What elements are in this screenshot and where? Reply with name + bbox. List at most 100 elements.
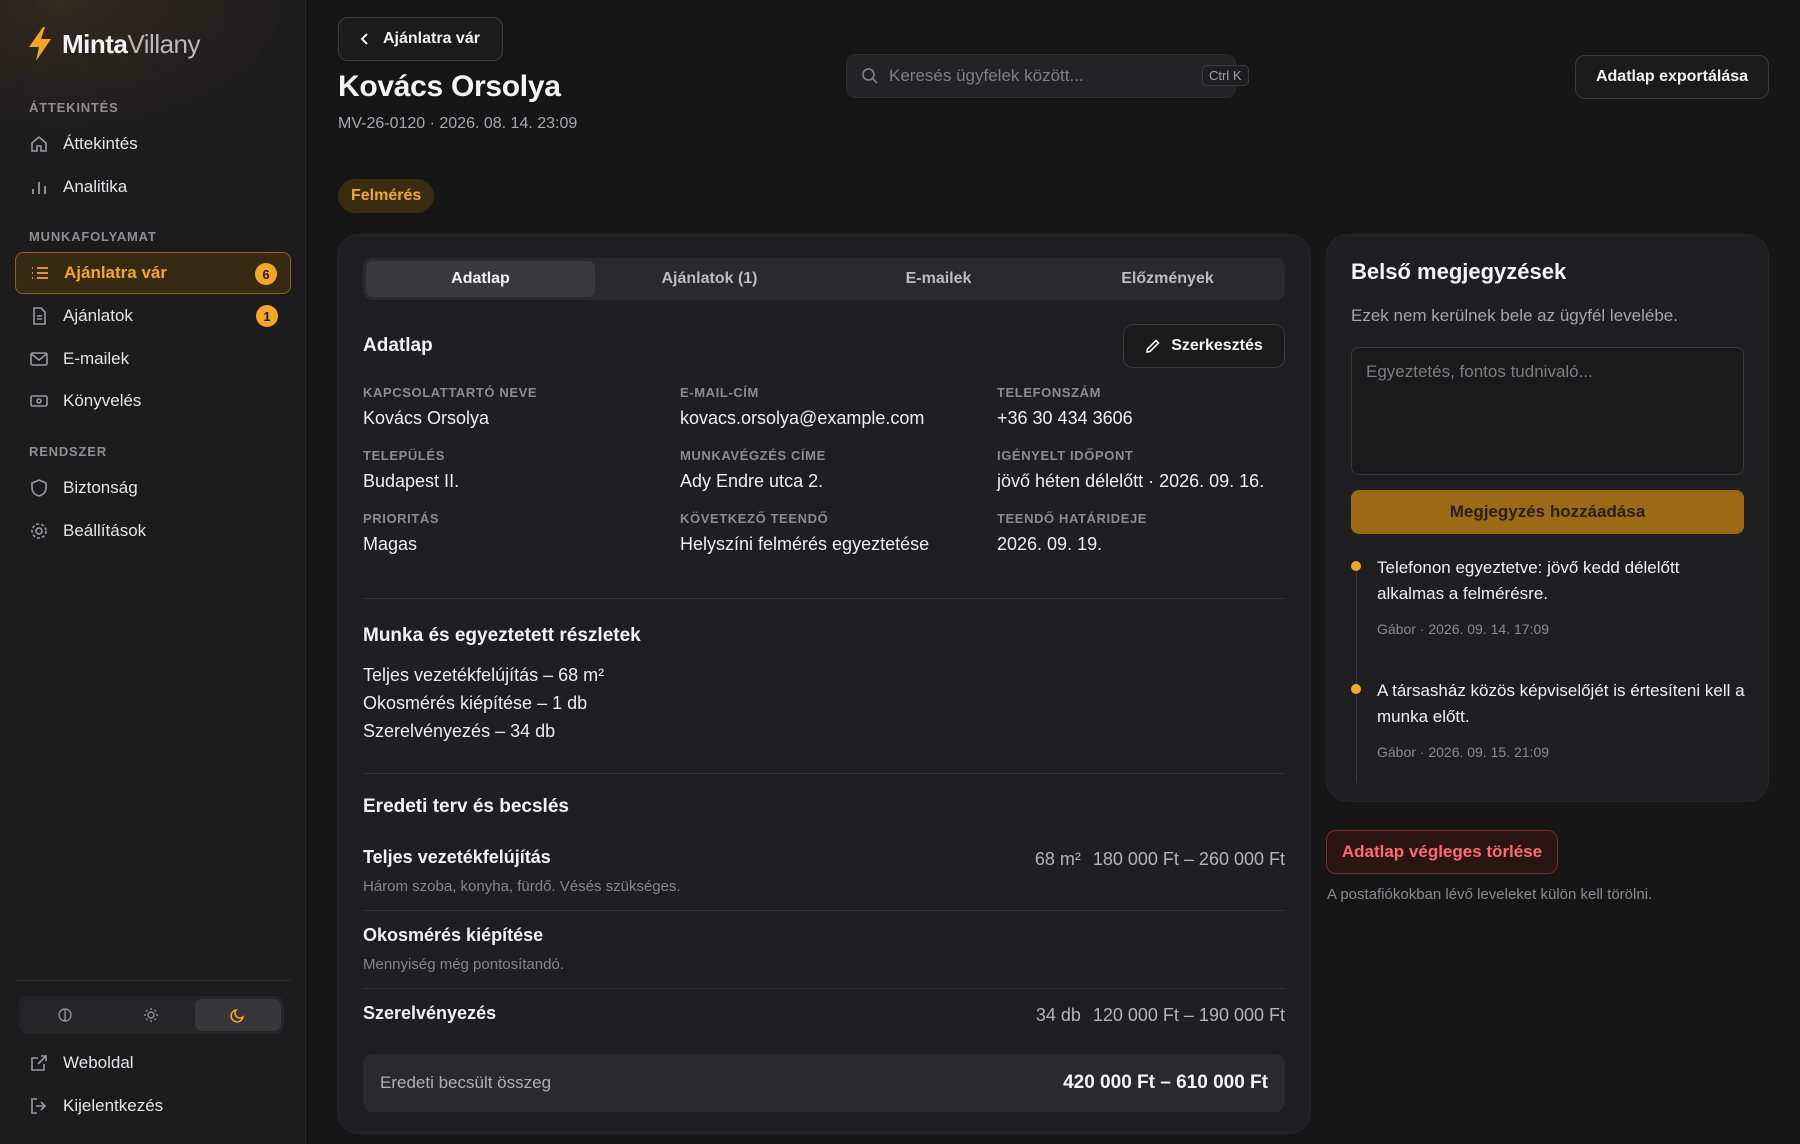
note-meta: Gábor · 2026. 09. 15. 21:09: [1377, 744, 1550, 760]
estimate-item-range: 180 000 Ft – 260 000 Ft: [1092, 849, 1285, 869]
sidebar-item-label: Weboldal: [63, 1053, 134, 1072]
sun-icon: [144, 1008, 159, 1022]
sidebar-item-label: Beállítások: [63, 521, 147, 540]
search-input[interactable]: Keresés ügyfelek között...: [846, 54, 1236, 98]
logout-icon: [29, 1096, 49, 1116]
export-button[interactable]: Adatlap exportálása: [1575, 55, 1769, 99]
sidebar-section-system: RENDSZER: [29, 444, 107, 459]
field-work-address: MUNKAVÉGZÉS CÍME Ady Endre utca 2.: [680, 448, 826, 491]
count-badge: 1: [256, 305, 278, 327]
sidebar-item-security[interactable]: Biztonság: [15, 467, 291, 509]
search-icon: [862, 68, 878, 84]
note-textarea[interactable]: Egyeztetés, fontos tudnivaló...: [1351, 347, 1744, 475]
divider: [363, 773, 1285, 774]
note-placeholder: Egyeztetés, fontos tudnivaló...: [1366, 362, 1593, 381]
sidebar-item-accounting[interactable]: Könyvelés: [15, 380, 291, 422]
note-meta: Gábor · 2026. 09. 14. 17:09: [1377, 621, 1550, 637]
count-badge: 6: [255, 263, 277, 285]
sidebar-item-quotes[interactable]: Ajánlatok 1: [15, 295, 291, 337]
theme-dark-option[interactable]: [194, 999, 281, 1031]
page-title: Kovács Orsolya: [338, 70, 561, 103]
status-badge: Felmérés: [338, 179, 435, 213]
estimate-item-range: 120 000 Ft – 190 000 Ft: [1092, 1005, 1285, 1025]
brand-logo[interactable]: MintaVillany: [26, 26, 201, 62]
sidebar-item-label: Analitika: [63, 177, 128, 196]
pencil-icon: [1146, 339, 1160, 353]
sidebar-item-label: E-mailek: [63, 349, 130, 368]
external-link-icon: [29, 1053, 49, 1073]
theme-switch[interactable]: [19, 996, 284, 1034]
field-contact-name: KAPCSOLATTARTÓ NEVE Kovács Orsolya: [363, 385, 538, 428]
estimate-item-desc: Három szoba, konyha, fürdő. Vésés szüksé…: [363, 878, 681, 895]
banknote-icon: [29, 391, 49, 411]
sidebar-item-awaiting-quote[interactable]: Ajánlatra vár 6: [15, 252, 291, 294]
bar-chart-icon: [29, 177, 49, 197]
sidebar-item-website[interactable]: Weboldal: [15, 1042, 291, 1084]
sidebar-item-label: Könyvelés: [63, 391, 142, 410]
sidebar-section-overview: ÁTTEKINTÉS: [29, 100, 119, 115]
tab-history[interactable]: Előzmények: [1053, 261, 1282, 297]
estimate-item: Szerelvényezés 34 db 120 000 Ft – 190 000…: [363, 1003, 1285, 1025]
datasheet-card: Adatlap Ajánlatok (1) E-mailek Előzménye…: [337, 234, 1311, 1134]
sidebar-item-label: Ajánlatra vár: [64, 263, 167, 282]
gear-icon: [29, 521, 49, 541]
chevron-left-icon: [360, 33, 368, 45]
field-priority: PRIORITÁS Magas: [363, 511, 440, 554]
add-note-button[interactable]: Megjegyzés hozzáadása: [1351, 490, 1744, 534]
tab-emails[interactable]: E-mailek: [824, 261, 1053, 297]
sidebar-item-label: Kijelentkezés: [63, 1096, 164, 1115]
edit-button[interactable]: Szerkesztés: [1123, 324, 1285, 368]
tab-bar: Adatlap Ajánlatok (1) E-mailek Előzménye…: [363, 258, 1285, 300]
field-task-deadline: TEENDŐ HATÁRIDEJE 2026. 09. 19.: [997, 511, 1148, 554]
notes-title: Belső megjegyzések: [1351, 259, 1567, 284]
search-shortcut: Ctrl K: [1202, 65, 1249, 86]
note-text: Telefonon egyeztetve: jövő kedd délelőtt…: [1377, 558, 1680, 603]
sidebar-item-label: Áttekintés: [63, 134, 138, 153]
sidebar-item-overview[interactable]: Áttekintés: [15, 123, 291, 165]
sidebar-item-logout[interactable]: Kijelentkezés: [15, 1085, 291, 1127]
delete-datasheet-button[interactable]: Adatlap végleges törlése: [1326, 830, 1558, 874]
contrast-icon: [58, 1008, 72, 1022]
back-button[interactable]: Ajánlatra vár: [338, 17, 503, 61]
sidebar-item-label: Biztonság: [63, 478, 138, 497]
shield-icon: [29, 478, 49, 498]
sidebar: MintaVillany ÁTTEKINTÉS Áttekintés Anali…: [0, 0, 306, 1144]
sidebar-divider: [15, 980, 291, 981]
divider: [363, 988, 1285, 989]
estimate-item-desc: Mennyiség még pontosítandó.: [363, 956, 564, 973]
brand-name: MintaVillany: [62, 28, 201, 59]
sidebar-item-analytics[interactable]: Analitika: [15, 166, 291, 208]
search-placeholder: Keresés ügyfelek között...: [889, 66, 1084, 85]
field-phone: TELEFONSZÁM +36 30 434 3606: [997, 385, 1133, 428]
field-requested-time: IGÉNYELT IDŐPONT jövő héten délelőtt · 20…: [997, 448, 1265, 491]
mail-icon: [29, 349, 49, 369]
total-label: Eredeti becsült összeg: [380, 1073, 552, 1092]
edit-button-label: Szerkesztés: [1171, 337, 1263, 354]
theme-light-option[interactable]: [108, 999, 194, 1031]
sidebar-item-settings[interactable]: Beállítások: [15, 510, 291, 552]
note-item: Telefonon egyeztetve: jövő kedd délelőtt…: [1351, 555, 1751, 637]
total-value: 420 000 Ft – 610 000 Ft: [1063, 1072, 1268, 1093]
sidebar-section-workflow: MUNKAFOLYAMAT: [29, 229, 157, 244]
sidebar-item-emails[interactable]: E-mailek: [15, 338, 291, 380]
moon-icon: [230, 1008, 244, 1023]
tab-datasheet[interactable]: Adatlap: [366, 261, 595, 297]
field-next-task: KÖVETKEZŐ TEENDŐ Helyszíni felmérés egyez…: [680, 511, 930, 554]
field-city: TELEPÜLÉS Budapest II.: [363, 448, 460, 491]
divider: [363, 598, 1285, 599]
estimate-item-name: Okosmérés kiépítése: [363, 925, 544, 945]
estimate-item-qty: 68 m²: [1034, 849, 1081, 869]
work-line: Okosmérés kiépítése – 1 db: [363, 693, 588, 713]
timeline-dot: [1351, 684, 1361, 694]
estimate-item: Okosmérés kiépítése Mennyiség még pontos…: [363, 925, 1285, 973]
divider: [363, 910, 1285, 911]
tab-quotes[interactable]: Ajánlatok (1): [595, 261, 824, 297]
document-icon: [29, 306, 49, 326]
estimate-total: Eredeti becsült összeg 420 000 Ft – 610 …: [363, 1054, 1285, 1112]
theme-system-option[interactable]: [22, 999, 108, 1031]
timeline-dot: [1351, 561, 1361, 571]
work-line: Szerelvényezés – 34 db: [363, 721, 556, 741]
estimate-title: Eredeti terv és becslés: [363, 796, 569, 817]
field-email: E-MAIL-CÍM kovacs.orsolya@example.com: [680, 385, 925, 428]
notes-subtitle: Ezek nem kerülnek bele az ügyfél leveléb…: [1351, 306, 1678, 325]
